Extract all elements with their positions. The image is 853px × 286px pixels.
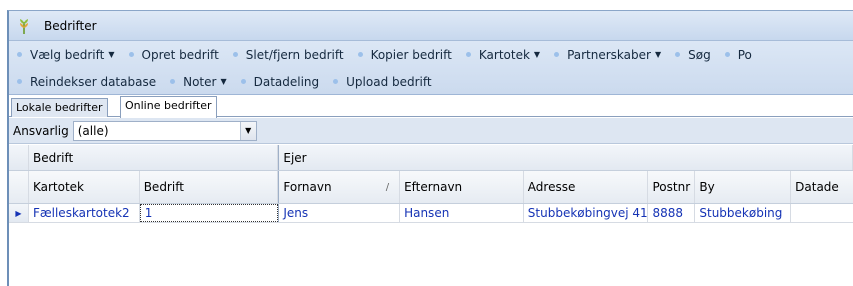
bullet-icon [675,52,681,57]
bullet-icon [357,52,363,57]
cell-adresse[interactable]: Stubbekøbingvej 41 [524,204,649,222]
responsible-value: (alle) [77,123,109,138]
row-selector-icon[interactable]: ▶ [9,204,29,222]
responsible-select[interactable]: (alle) ▼ [72,120,257,141]
bullet-icon [232,52,238,57]
select-company-menu[interactable]: Vælg bedrift ▼ [17,48,115,62]
bullet-icon [17,52,22,57]
create-company-button[interactable]: Opret bedrift [128,48,219,62]
dropdown-arrow-icon: ▼ [220,77,227,86]
upload-company-button[interactable]: Upload bedrift [333,75,432,89]
col-by[interactable]: By [695,171,792,203]
bullet-icon [128,52,134,57]
cell-efternavn[interactable]: Hansen [400,204,524,222]
band-bedrift: Bedrift [29,145,279,170]
toolbar-row-1: Vælg bedrift ▼ Opret bedrift Slet/fjern b… [9,41,853,68]
col-kartotek[interactable]: Kartotek [29,171,140,203]
col-postnr[interactable]: Postnr [648,171,696,203]
tab-strip: Lokale bedrifter Online bedrifter [9,95,853,118]
band-ejer: Ejer [278,145,853,170]
search-button[interactable]: Søg [675,48,711,62]
cell-kartotek[interactable]: Fælleskartotek2 [29,204,140,222]
tab-online-companies[interactable]: Online bedrifter [120,96,217,118]
dropdown-arrow-icon: ▼ [108,50,115,59]
responsible-label: Ansvarlig [13,123,69,138]
title-bar: Bedrifter [9,11,853,41]
dropdown-arrow-icon: ▼ [533,50,541,59]
truncated-toolbar-button[interactable]: Po [724,48,752,62]
col-datadeling[interactable]: Datade [791,171,853,203]
bullet-icon [724,52,730,57]
window-title: Bedrifter [44,18,97,33]
bullet-icon [554,52,560,57]
bullet-icon [170,79,176,84]
bullet-icon [17,79,22,84]
dropdown-arrow-icon: ▼ [654,50,662,59]
col-adresse[interactable]: Adresse [524,171,649,203]
toolbar: Vælg bedrift ▼ Opret bedrift Slet/fjern b… [9,41,853,95]
col-fornavn[interactable]: Fornavn / [278,171,401,203]
bullet-icon [240,79,246,84]
partnerships-menu[interactable]: Partnerskaber ▼ [554,48,661,62]
delete-company-button[interactable]: Slet/fjern bedrift [232,48,344,62]
reindex-database-button[interactable]: Reindekser database [17,75,156,89]
bedrifter-window: Bedrifter Vælg bedrift ▼ Opret bedrift Sl… [7,10,853,286]
cell-postnr[interactable]: 8888 [648,204,696,222]
cell-by[interactable]: Stubbekøbing [695,204,792,222]
cell-fornavn[interactable]: Jens [278,204,401,222]
cell-datadeling[interactable] [791,204,853,222]
column-header-row: Kartotek Bedrift Fornavn / Efternavn Adre… [9,171,853,204]
companies-grid: Bedrift Ejer Kartotek Bedrift Fornavn / E… [9,145,853,286]
band-header-row: Bedrift Ejer [9,145,853,171]
table-row[interactable]: ▶ Fælleskartotek2 1 Jens Hansen Stubbekø… [9,204,853,223]
header-spacer [9,171,29,203]
notes-menu[interactable]: Noter ▼ [170,75,227,89]
copy-company-button[interactable]: Kopier bedrift [357,48,452,62]
bullet-icon [465,52,471,57]
cell-bedrift[interactable]: 1 [139,204,279,222]
chevron-down-icon[interactable]: ▼ [239,121,256,140]
col-efternavn[interactable]: Efternavn [400,171,524,203]
wheat-icon [16,17,32,35]
band-spacer [9,145,29,170]
sort-indicator-icon: / [385,181,390,193]
col-bedrift[interactable]: Bedrift [140,171,279,203]
tab-local-companies[interactable]: Lokale bedrifter [11,98,108,117]
kartotek-menu[interactable]: Kartotek ▼ [465,48,541,62]
bullet-icon [333,79,339,84]
responsible-filter-bar: Ansvarlig (alle) ▼ [9,118,853,144]
data-sharing-button[interactable]: Datadeling [240,75,319,89]
toolbar-row-2: Reindekser database Noter ▼ Datadeling Up… [9,68,853,94]
